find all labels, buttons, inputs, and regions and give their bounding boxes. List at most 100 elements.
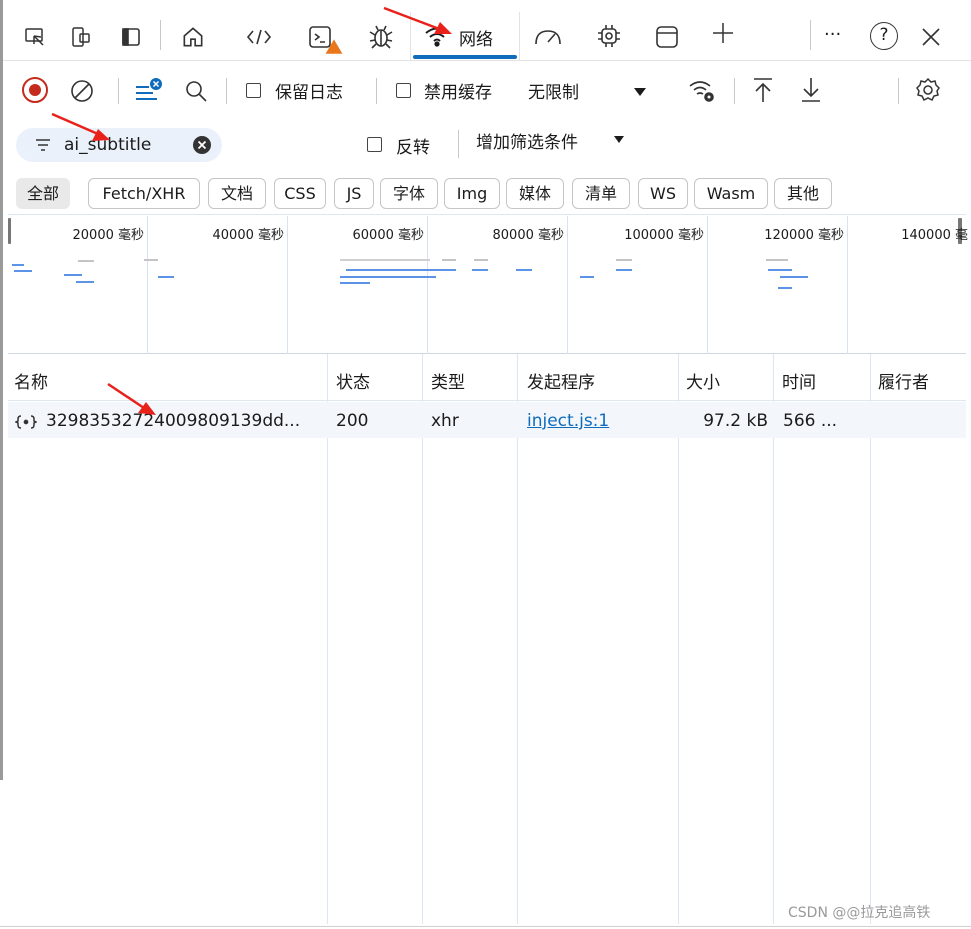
filter-active-icon[interactable] <box>130 74 166 106</box>
network-conditions-icon[interactable] <box>684 74 720 106</box>
invert-checkbox[interactable] <box>367 137 382 152</box>
device-emulation-icon[interactable] <box>66 22 96 52</box>
type-filter-ws[interactable]: WS <box>638 178 688 209</box>
record-dot-icon <box>29 84 41 96</box>
overview-request-bar <box>64 274 82 276</box>
preserve-log-label: 保留日志 <box>275 83 343 103</box>
column-divider[interactable] <box>327 354 328 924</box>
overview-request-bar <box>76 281 94 283</box>
overview-request-bar <box>472 269 488 271</box>
column-header-size[interactable]: 大小 <box>686 368 720 393</box>
throttling-select[interactable]: 无限制 <box>528 78 579 103</box>
more-tools-button[interactable]: ··· <box>824 24 841 45</box>
overview-request-bar <box>616 259 632 261</box>
overview-gridline <box>147 216 148 354</box>
type-filter-all[interactable]: 全部 <box>16 178 70 209</box>
overview-handle-left[interactable] <box>8 218 11 244</box>
column-header-status[interactable]: 状态 <box>336 368 370 393</box>
search-icon[interactable] <box>180 76 212 106</box>
xhr-braces-icon <box>14 412 38 432</box>
column-header-fulfilled-by[interactable]: 履行者 <box>878 368 929 393</box>
column-header-type[interactable]: 类型 <box>431 368 465 393</box>
type-filter-js[interactable]: JS <box>334 178 374 209</box>
overview-request-bar <box>616 269 632 271</box>
request-status: 200 <box>336 411 369 431</box>
column-header-name[interactable]: 名称 <box>14 368 48 393</box>
request-initiator-link[interactable]: inject.js:1 <box>527 411 609 431</box>
annotation-arrow <box>51 112 110 141</box>
type-filter-font[interactable]: 字体 <box>380 178 438 209</box>
annotation-arrow <box>107 382 156 415</box>
more-filters-caret-icon[interactable] <box>610 130 628 150</box>
preserve-log-checkbox[interactable] <box>246 83 261 98</box>
dock-sidebar-icon[interactable] <box>116 22 146 52</box>
column-divider[interactable] <box>870 354 871 924</box>
type-filter-img[interactable]: Img <box>444 178 500 209</box>
column-divider[interactable] <box>678 354 679 924</box>
tab-network-label: 网络 <box>459 30 493 50</box>
type-filter-media[interactable]: 媒体 <box>506 178 564 209</box>
performance-gauge-icon[interactable] <box>530 22 566 52</box>
request-name[interactable]: 32983532724009809139dd... <box>46 411 300 431</box>
add-tab-icon[interactable] <box>706 18 740 48</box>
clear-x-icon <box>197 140 207 150</box>
toolbar-separator <box>118 78 119 104</box>
overview-request-bar <box>346 269 456 271</box>
memory-chip-icon[interactable] <box>592 20 626 52</box>
column-divider[interactable] <box>773 354 774 924</box>
overview-tick: 140000 毫 <box>901 228 968 243</box>
export-har-icon[interactable] <box>796 74 826 106</box>
home-icon[interactable] <box>176 22 210 52</box>
request-time: 566 ... <box>783 411 838 431</box>
overview-tick: 60000 毫秒 <box>352 228 425 243</box>
disable-cache-checkbox[interactable] <box>396 83 411 98</box>
overview-request-bar <box>780 276 808 278</box>
console-icon[interactable] <box>304 22 348 56</box>
tab-separator <box>160 20 161 50</box>
type-filter-css[interactable]: CSS <box>274 178 326 209</box>
elements-code-icon[interactable] <box>242 22 276 52</box>
type-filter-other[interactable]: 其他 <box>774 178 832 209</box>
close-icon[interactable] <box>916 22 946 52</box>
watermark: CSDN @@拉克追高铁 <box>788 905 931 921</box>
type-filter-doc[interactable]: 文档 <box>208 178 266 209</box>
column-divider[interactable] <box>422 354 423 924</box>
overview-request-bar <box>442 259 456 261</box>
tab-bar-divider <box>0 60 971 61</box>
overview-request-bar <box>778 287 792 289</box>
filter-input[interactable]: ai_subtitle <box>16 128 222 162</box>
type-filter-wasm[interactable]: Wasm <box>694 178 768 209</box>
overview-tick: 40000 毫秒 <box>212 228 285 243</box>
overview-request-bar <box>768 269 792 271</box>
disable-cache-label: 禁用缓存 <box>424 83 492 103</box>
overview-request-bar <box>340 259 430 261</box>
record-button[interactable] <box>22 77 48 103</box>
tab-separator <box>810 20 811 50</box>
overview-gridline <box>567 216 568 354</box>
overview-request-bar <box>14 270 32 272</box>
request-table <box>8 354 966 924</box>
clear-filter-button[interactable] <box>193 136 211 154</box>
overview-request-bar <box>12 264 24 266</box>
column-divider[interactable] <box>517 354 518 924</box>
more-filters-button[interactable]: 增加筛选条件 <box>476 128 578 153</box>
filter-separator <box>458 130 459 158</box>
column-header-initiator[interactable]: 发起程序 <box>527 368 595 393</box>
overview-request-bar <box>340 276 436 278</box>
type-filter-fetch-xhr[interactable]: Fetch/XHR <box>88 178 200 209</box>
clear-icon[interactable] <box>66 76 98 106</box>
overview-gridline <box>847 216 848 354</box>
overview-gridline <box>707 216 708 354</box>
active-tab-indicator <box>413 55 517 59</box>
import-har-icon[interactable] <box>748 74 778 106</box>
inspect-element-icon[interactable] <box>20 22 50 52</box>
toolbar-separator <box>898 78 899 104</box>
column-header-time[interactable]: 时间 <box>782 368 816 393</box>
application-panel-icon[interactable] <box>650 22 684 52</box>
type-filter-manifest[interactable]: 清单 <box>572 178 630 209</box>
settings-gear-icon[interactable] <box>910 74 946 106</box>
help-button[interactable]: ? <box>870 22 898 50</box>
dropdown-caret-icon[interactable] <box>628 80 652 104</box>
invert-label: 反转 <box>396 138 430 158</box>
annotation-arrow <box>383 6 452 34</box>
